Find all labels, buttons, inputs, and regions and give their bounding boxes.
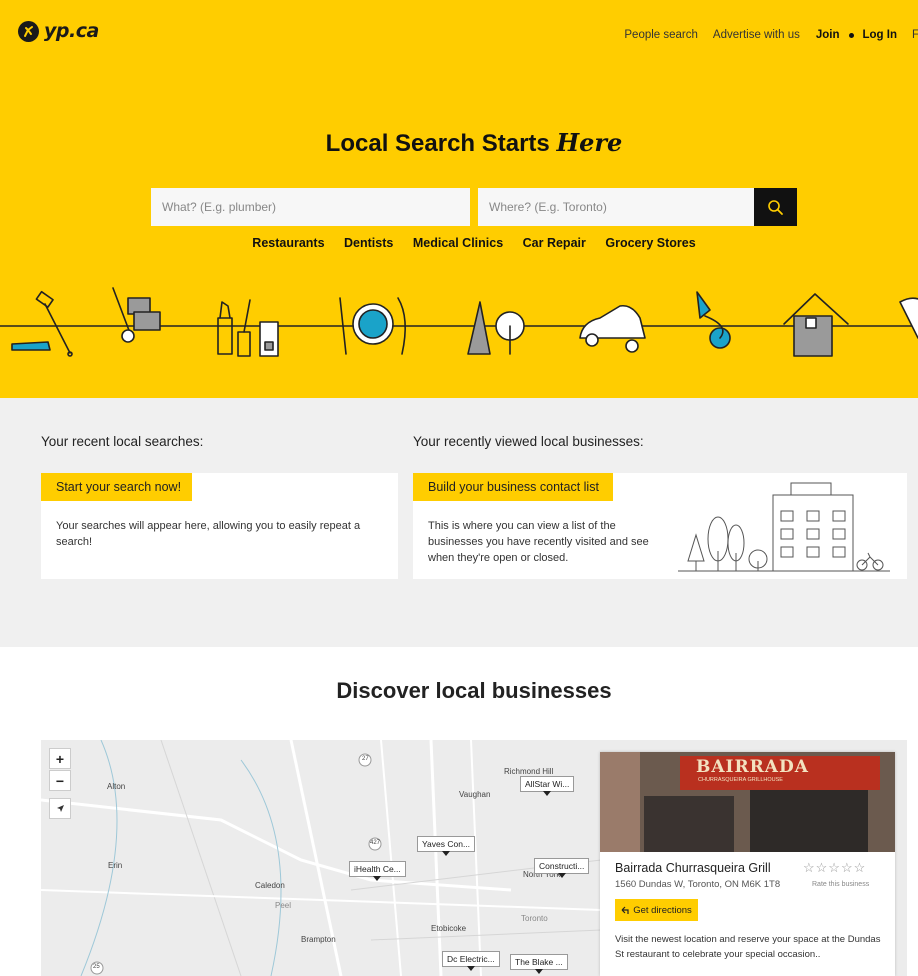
business-address: 1560 Dundas W, Toronto, ON M6K 1T8 [615,879,781,890]
plug-icon [696,291,731,349]
recently-viewed-card: Build your business contact list This is… [413,473,907,579]
city-buildings-illustration [678,482,890,572]
gavel-icon [11,290,73,357]
what-search-input[interactable] [151,188,470,226]
page-headline: Local Search Starts Here [0,128,918,158]
location-arrow-icon [56,805,64,812]
map-pin[interactable]: iHealth Ce... [349,861,406,881]
place-caledon: Caledon [255,881,285,890]
quick-link-car-repair[interactable]: Car Repair [523,236,586,250]
directions-icon [621,906,629,914]
house-icon [783,293,849,357]
featured-business-card[interactable]: BAIRRADA CHURRASQUEIRA GRILLHOUSE Bairra… [600,752,895,976]
locate-me-button[interactable] [49,798,71,819]
nav-separator-dot [848,32,854,38]
place-peel: Peel [275,901,292,910]
build-contact-list-button[interactable]: Build your business contact list [413,473,613,501]
place-alton: Alton [107,782,126,791]
start-search-button[interactable]: Start your search now! [41,473,192,501]
discover-title: Discover local businesses [336,678,612,703]
recently-viewed-text: This is where you can view a list of the… [428,520,649,564]
map-pin[interactable]: Constructi... [534,858,590,878]
yp-logo[interactable]: yp.ca [18,20,99,42]
advertise-link[interactable]: Advertise with us [713,29,800,41]
search-icon [768,199,783,215]
makeup-icon [217,299,279,357]
place-toronto: Toronto [521,914,548,923]
recently-viewed-label: Your recently viewed local businesses: [413,434,644,449]
walking-fingers-icon [18,20,39,42]
login-link[interactable]: Log In [863,29,898,41]
zoom-out-button[interactable]: − [49,770,71,791]
search-button[interactable] [754,188,797,226]
map-pin[interactable]: Yaves Con... [417,836,476,856]
place-etobicoke: Etobicoke [431,924,467,933]
rate-business-label[interactable]: Rate this business [812,881,869,888]
map-pin[interactable]: Dc Electric... [442,951,500,971]
recent-searches-label: Your recent local searches: [41,434,204,449]
people-search-link[interactable]: People search [624,29,698,41]
zoom-in-button[interactable]: + [49,748,71,769]
rating-stars[interactable]: ☆☆☆☆☆ [803,860,866,876]
map-pin[interactable]: The Blake ... [510,954,568,974]
headline-text: Local Search Starts [325,130,550,157]
quick-link-dentists[interactable]: Dentists [344,236,393,250]
business-photo: BAIRRADA CHURRASQUEIRA GRILLHOUSE [600,752,895,852]
route-shield-427: 427 [370,840,381,846]
place-brampton: Brampton [301,935,336,944]
map-pin[interactable]: AllStar Wi... [520,776,575,796]
car-icon [579,304,646,353]
headline-emphasis: Here [556,128,623,157]
where-search-input[interactable] [478,188,754,226]
business-description: Visit the newest location and reserve yo… [615,934,881,961]
clipped-nav-link[interactable]: F [912,29,918,41]
tooth-icon [899,297,918,339]
logo-text: yp.ca [44,20,99,42]
hero-section: yp.ca People search Advertise with us Jo… [0,0,918,398]
business-sign-text: BAIRRADA [696,757,809,777]
route-shield-27: 27 [362,756,369,762]
get-directions-label: Get directions [633,904,692,916]
trees-icon [467,301,525,355]
get-directions-button[interactable]: Get directions [615,899,698,921]
business-name[interactable]: Bairrada Churrasqueira Grill [615,861,771,875]
recent-searches-text: Your searches will appear here, allowing… [56,520,361,548]
business-sign-subtext: CHURRASQUEIRA GRILLHOUSE [698,777,783,783]
place-erin: Erin [108,861,123,870]
category-illustration [0,287,918,357]
quick-link-restaurants[interactable]: Restaurants [252,236,324,250]
recent-searches-card: Start your search now! Your searches wil… [41,473,398,579]
place-vaughan: Vaughan [459,790,491,799]
quick-link-grocery-stores[interactable]: Grocery Stores [605,236,695,250]
hand-truck-icon [112,287,161,343]
place-richmond-hill: Richmond Hill [504,767,554,776]
quick-link-medical-clinics[interactable]: Medical Clinics [413,236,503,250]
quick-links: Restaurants Dentists Medical Clinics Car… [0,236,918,250]
join-link[interactable]: Join [816,29,840,41]
top-nav: People search Advertise with us Join Log… [624,29,918,41]
route-shield-25: 25 [93,964,100,970]
